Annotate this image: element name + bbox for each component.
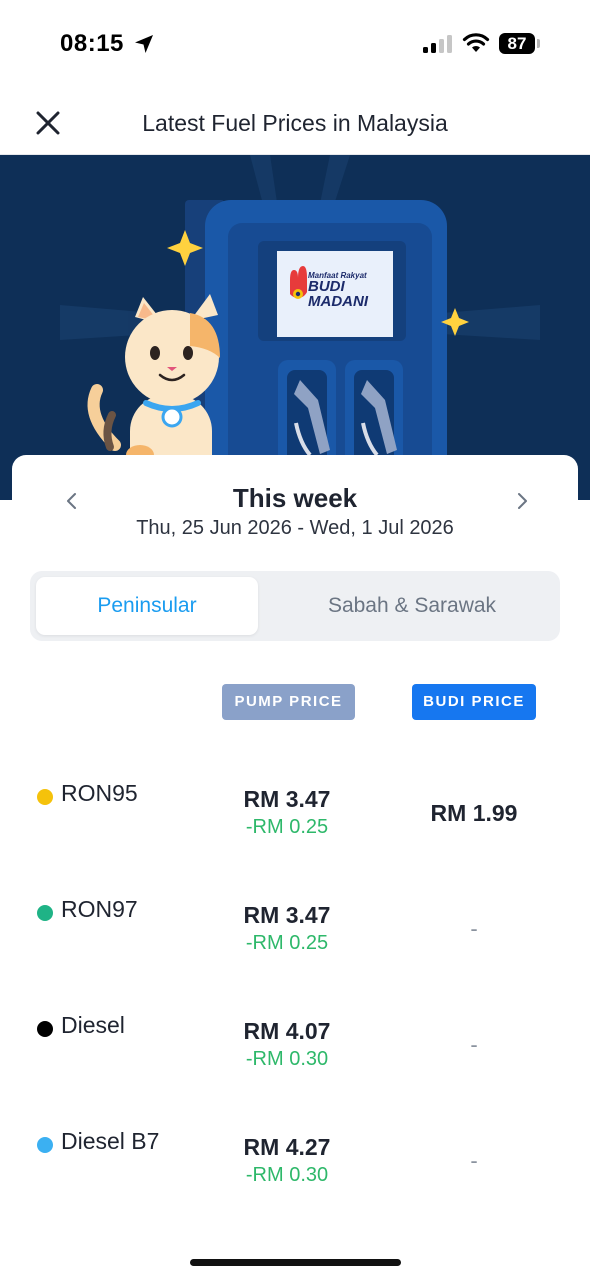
fuel-dot-icon (37, 1021, 53, 1037)
tab-peninsular-label: Peninsular (97, 594, 197, 617)
fuel-dot-icon (37, 905, 53, 921)
battery-icon: 87 (499, 33, 535, 54)
home-indicator[interactable] (190, 1259, 401, 1266)
header: Latest Fuel Prices in Malaysia (0, 90, 590, 155)
location-arrow-icon (135, 35, 153, 53)
hero-banner: Manfaat Rakyat BUDI MADANI (0, 155, 590, 500)
budi-madani-sign: Manfaat Rakyat BUDI MADANI (308, 271, 392, 309)
chevron-right-icon[interactable] (512, 491, 532, 511)
cellular-signal-icon (423, 35, 452, 53)
price-change: -RM 0.30 (245, 1164, 329, 1186)
fuel-dot-icon (37, 789, 53, 805)
fuel-row-ron97: RON97 RM 3.47 -RM 0.25 - (12, 896, 578, 1006)
tab-peninsular[interactable]: Peninsular (36, 577, 258, 635)
budi-price-header: BUDI PRICE (412, 684, 536, 720)
pump-price: RM 3.47 (243, 902, 331, 928)
price-change: -RM 0.25 (245, 932, 329, 954)
fuel-row-ron95: RON95 RM 3.47 -RM 0.25 RM 1.99 (12, 780, 578, 890)
fuel-name: Diesel B7 (61, 1128, 160, 1154)
tab-sabah-sarawak-label: Sabah & Sarawak (327, 594, 497, 617)
pump-price: RM 4.27 (243, 1134, 331, 1160)
fuel-dot-icon (37, 1137, 53, 1153)
sign-line-1: BUDI (308, 278, 345, 295)
price-change: -RM 0.25 (245, 816, 329, 838)
week-date-range: Thu, 25 Jun 2026 - Wed, 1 Jul 2026 (136, 517, 454, 539)
fuel-name: Diesel (61, 1012, 125, 1038)
status-bar: 08:15 87 (0, 0, 590, 90)
budi-price: - (470, 1148, 478, 1173)
battery-cap (537, 39, 540, 48)
fuel-row-diesel: Diesel RM 4.07 -RM 0.30 - (12, 1012, 578, 1122)
week-title: This week (232, 483, 358, 513)
budi-price: RM 1.99 (430, 800, 518, 826)
pump-price-header: PUMP PRICE (222, 684, 355, 720)
fuel-name: RON97 (61, 896, 138, 922)
fuel-name: RON95 (61, 780, 138, 806)
budi-price: - (470, 1032, 478, 1057)
pump-price: RM 3.47 (243, 786, 331, 812)
wifi-icon (462, 33, 490, 52)
fuel-row-diesel-b7: Diesel B7 RM 4.27 -RM 0.30 - (12, 1128, 578, 1238)
fuel-price-card: This week Thu, 25 Jun 2026 - Wed, 1 Jul … (12, 455, 578, 1235)
region-tabs: Peninsular Sabah & Sarawak (30, 571, 560, 641)
status-time: 08:15 (60, 30, 124, 57)
sign-line-2: MADANI (308, 293, 368, 310)
price-change: -RM 0.30 (245, 1048, 329, 1070)
tab-sabah-sarawak[interactable]: Sabah & Sarawak (270, 577, 554, 635)
page-title: Latest Fuel Prices in Malaysia (142, 110, 448, 136)
fuel-pump-illustration (60, 155, 540, 500)
budi-price: - (470, 916, 478, 941)
pump-price: RM 4.07 (243, 1018, 331, 1044)
